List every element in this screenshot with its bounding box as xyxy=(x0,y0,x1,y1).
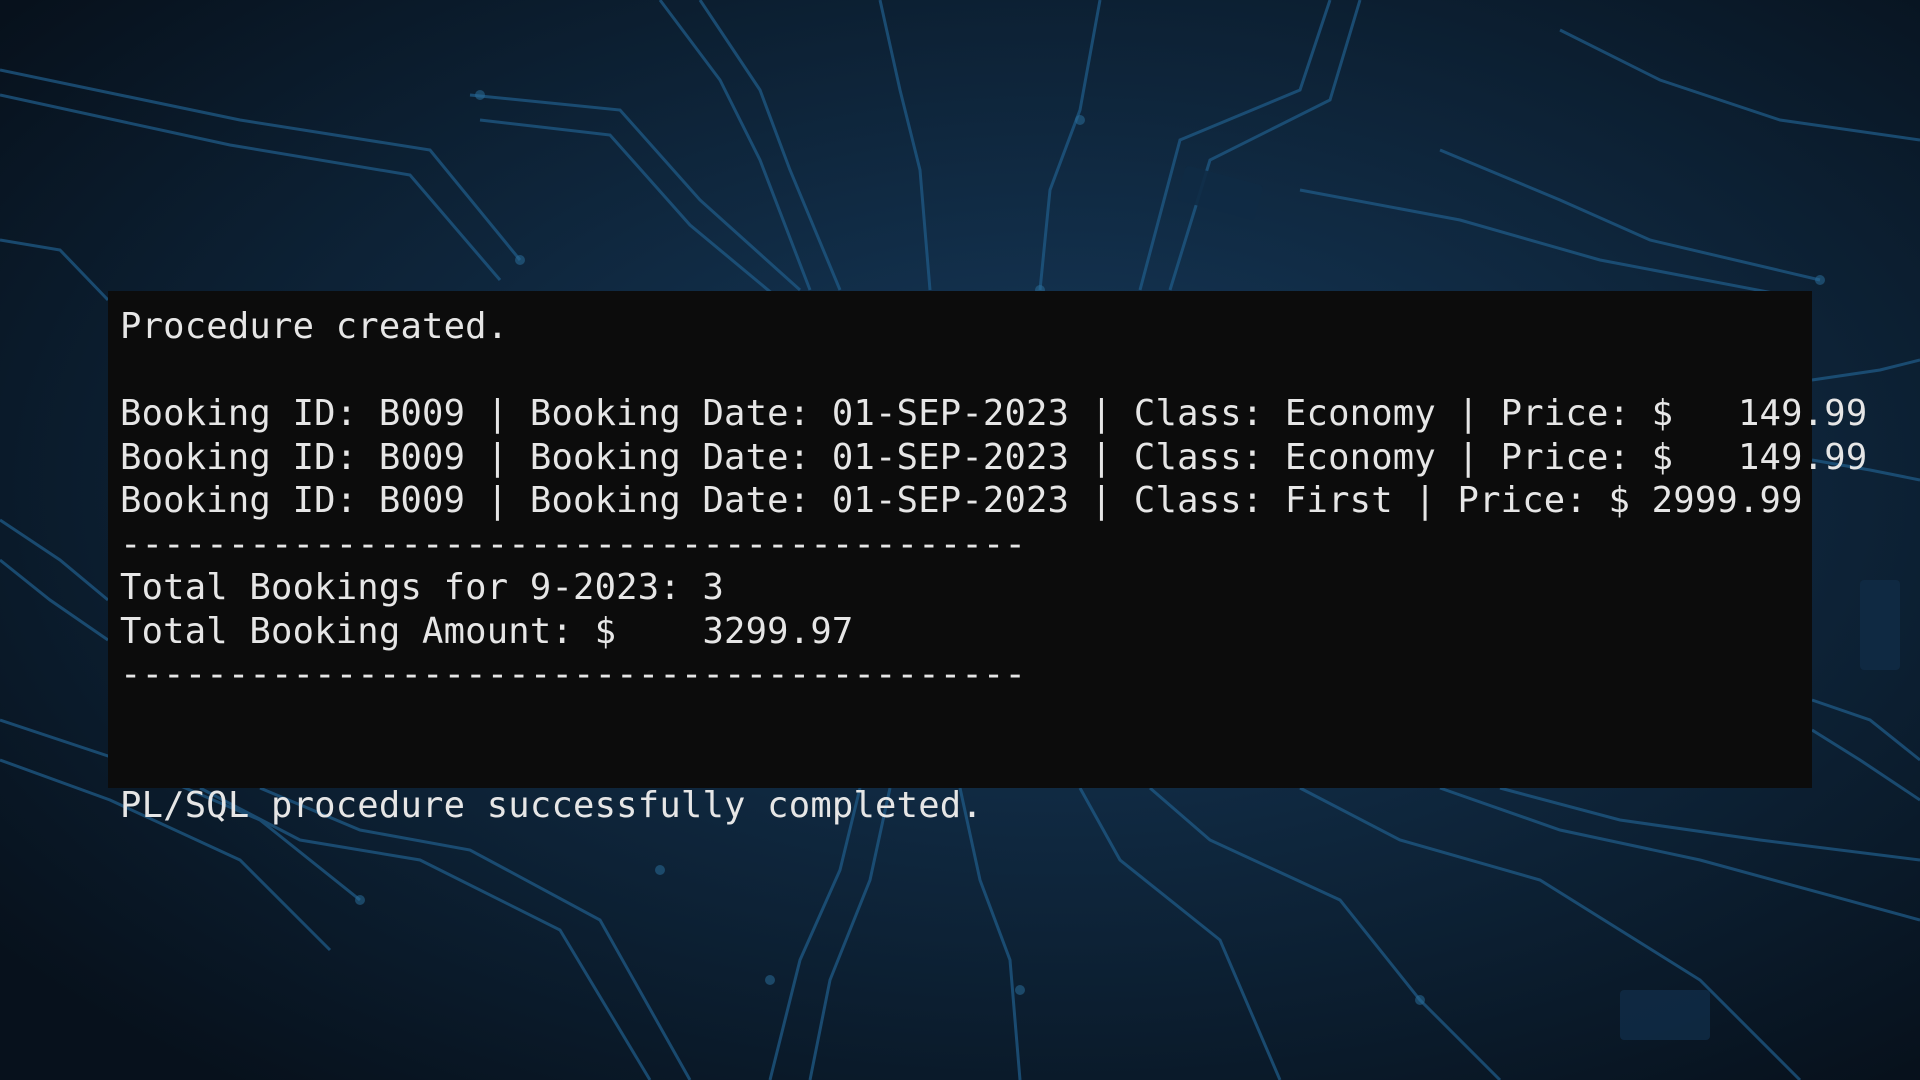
total-amount-line: Total Booking Amount: $ 3299.97 xyxy=(120,610,854,652)
status-line-procedure-created: Procedure created. xyxy=(120,306,509,347)
separator-line: ----------------------------------------… xyxy=(120,654,1027,695)
terminal-output: Procedure created. Booking ID: B009 | Bo… xyxy=(108,291,1868,826)
booking-row: Booking ID: B009 | Booking Date: 01-SEP-… xyxy=(120,480,1803,521)
total-bookings-line: Total Bookings for 9-2023: 3 xyxy=(120,567,725,608)
booking-row: Booking ID: B009 | Booking Date: 01-SEP-… xyxy=(120,436,1868,478)
status-line-plsql-completed: PL/SQL procedure successfully completed. xyxy=(120,784,983,826)
booking-row: Booking ID: B009 | Booking Date: 01-SEP-… xyxy=(120,393,1868,434)
separator-line: ----------------------------------------… xyxy=(120,523,1027,565)
